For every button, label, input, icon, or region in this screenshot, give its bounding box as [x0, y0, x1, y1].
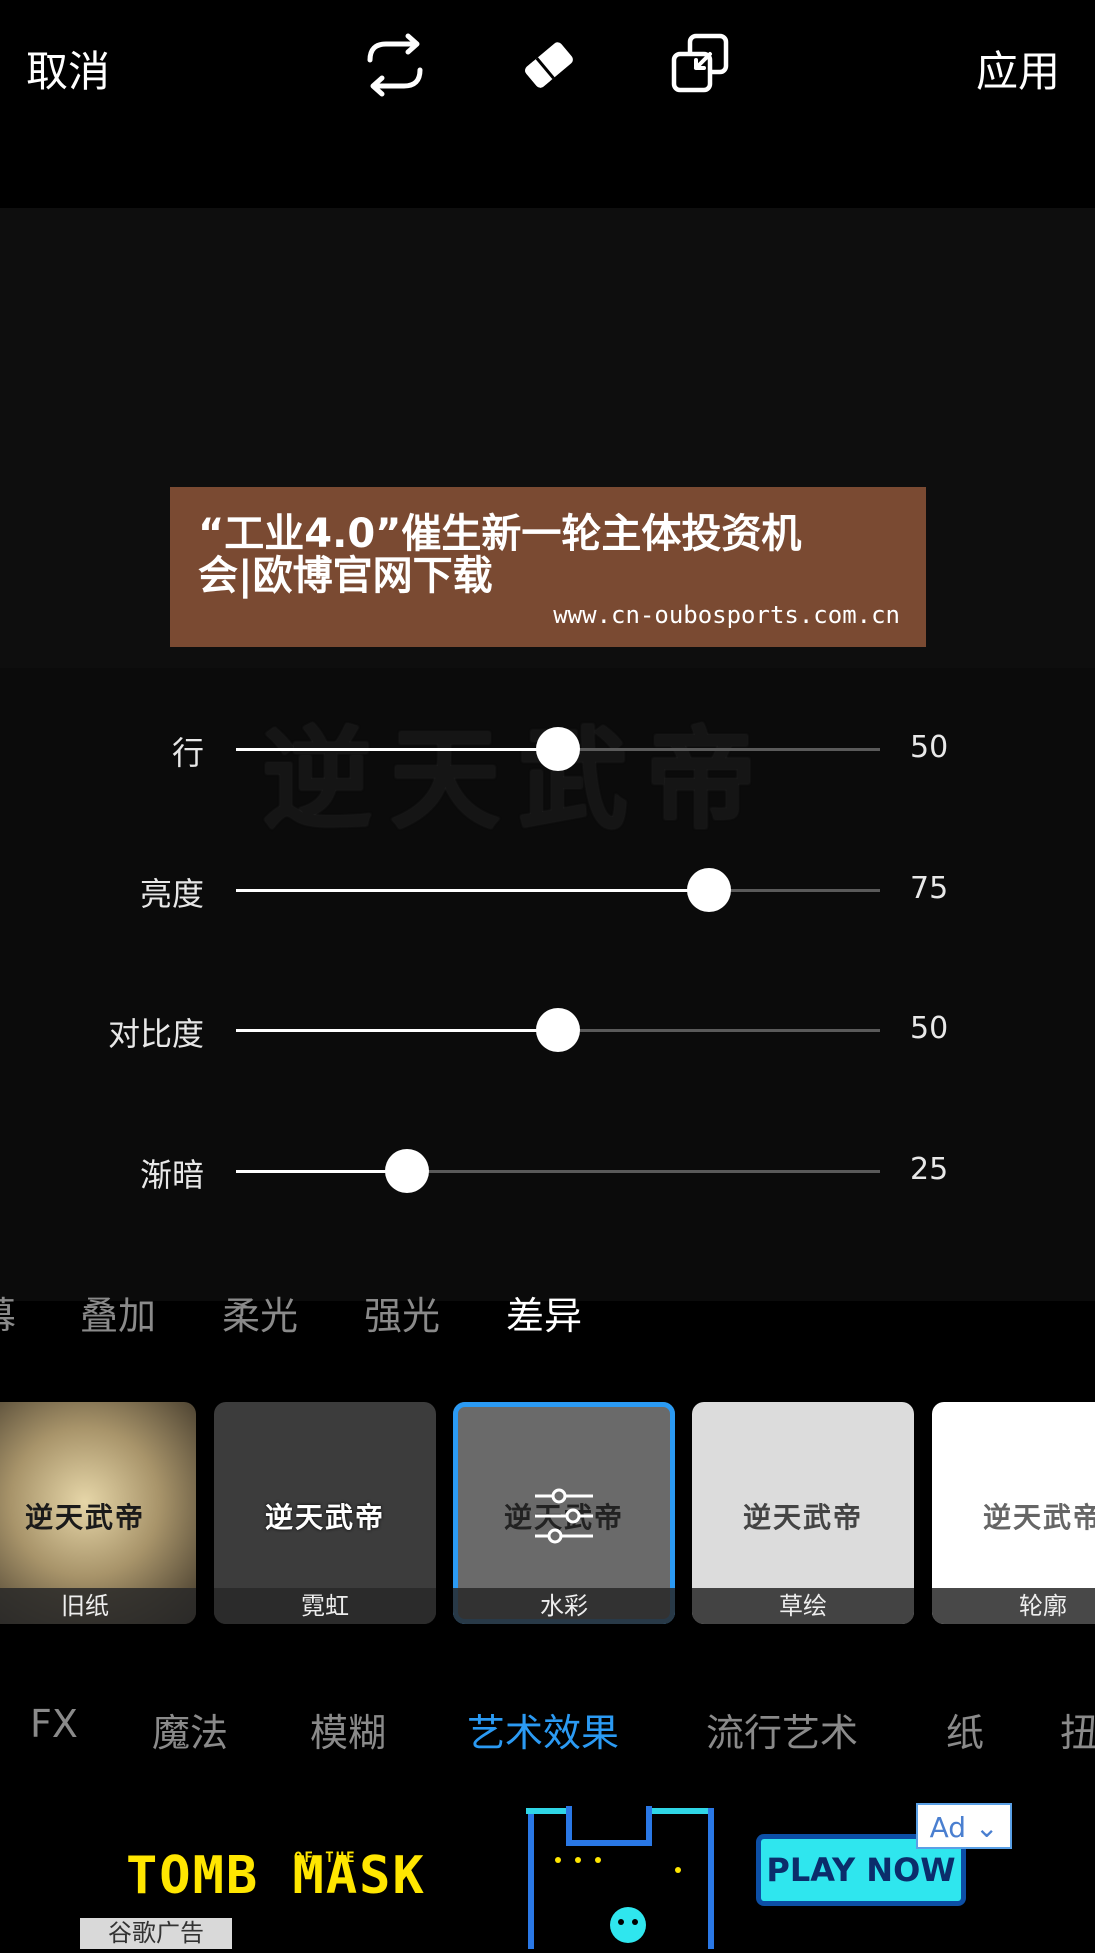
slider-label: 对比度 — [107, 1015, 204, 1053]
ad-logo[interactable]: TOMB MASK OF THE — [126, 1846, 426, 1906]
tab-magic[interactable]: 魔法 — [152, 1702, 228, 1757]
banner-title-line2: 会|欧博官网下载 — [198, 553, 493, 599]
slider-label: 行 — [171, 734, 204, 772]
ad-badge-label: Ad — [929, 1811, 967, 1844]
effect-label: 轮廓 — [932, 1588, 1095, 1624]
slider-fill — [236, 889, 710, 892]
slider-track[interactable] — [236, 868, 880, 912]
blend-mode-overlay[interactable]: 叠加 — [80, 1285, 156, 1340]
tab-paper[interactable]: 纸 — [946, 1702, 984, 1757]
apply-button[interactable]: 应用 — [976, 38, 1060, 99]
canvas-image-text: 逆天武帝 — [262, 715, 774, 844]
effect-label: 水彩 — [453, 1588, 675, 1624]
slider-value: 50 — [910, 1011, 949, 1046]
tab-distort[interactable]: 扭 — [1060, 1702, 1095, 1757]
banner-title-line1: “工业4.0”催生新一轮主体投资机 — [198, 511, 802, 557]
effect-card-watercolor[interactable]: 逆天武帝 水彩 — [453, 1402, 675, 1624]
compare-icon[interactable] — [666, 30, 736, 100]
slider-label: 亮度 — [139, 875, 204, 913]
slider-value: 75 — [910, 871, 949, 906]
blend-mode-softlight[interactable]: 柔光 — [222, 1285, 298, 1340]
slider-track[interactable] — [236, 1149, 880, 1193]
adjust-settings-icon[interactable] — [531, 1486, 597, 1546]
tab-artistic[interactable]: 艺术效果 — [467, 1702, 619, 1757]
effect-sample-text: 逆天武帝 — [264, 1501, 385, 1534]
slider-track[interactable] — [236, 1008, 880, 1052]
effect-card-sketch[interactable]: 逆天武帝 草绘 — [692, 1402, 914, 1624]
effect-card-outline[interactable]: 逆天武帝 轮廓 — [932, 1402, 1095, 1624]
blend-mode-screen[interactable]: 幕 — [0, 1285, 16, 1340]
effect-label: 草绘 — [692, 1588, 914, 1624]
slider-value: 25 — [910, 1152, 949, 1187]
slider-fill — [236, 748, 558, 751]
effect-card-old-paper[interactable]: 逆天武帝 旧纸 — [0, 1402, 196, 1624]
tab-fx[interactable]: FX — [30, 1702, 78, 1746]
slider-thumb[interactable] — [384, 1149, 429, 1193]
banner-url: www.cn-oubosports.com.cn — [553, 601, 900, 629]
effect-card-neon[interactable]: 逆天武帝 霓虹 — [214, 1402, 436, 1624]
ad-game-graphic — [518, 1800, 728, 1949]
overlay-banner[interactable]: “工业4.0”催生新一轮主体投资机 会|欧博官网下载 www.cn-oubosp… — [170, 487, 926, 647]
slider-thumb[interactable] — [536, 1008, 580, 1052]
effect-label: 霓虹 — [214, 1588, 436, 1624]
slider-fill — [236, 1029, 558, 1032]
google-ad-label: 谷歌广告 — [80, 1918, 232, 1949]
slider-label: 渐暗 — [139, 1156, 204, 1194]
slider-track[interactable] — [236, 727, 880, 771]
slider-thumb[interactable] — [687, 868, 732, 912]
slider-thumb[interactable] — [536, 727, 580, 771]
eraser-icon[interactable] — [514, 30, 584, 100]
effect-sample-text: 逆天武帝 — [982, 1501, 1095, 1534]
ad-logo-small: OF THE — [294, 1850, 357, 1866]
chevron-down-icon: ⌄ — [974, 1811, 999, 1844]
ad-logo-text: TOMB MASK — [126, 1846, 426, 1906]
blend-mode-hardlight[interactable]: 强光 — [364, 1285, 440, 1340]
tab-pop-art[interactable]: 流行艺术 — [706, 1702, 858, 1757]
slider-fill — [236, 1170, 407, 1173]
slider-value: 50 — [910, 730, 949, 765]
repeat-icon[interactable] — [360, 30, 430, 100]
cancel-button[interactable]: 取消 — [26, 38, 110, 99]
effect-sample-text: 逆天武帝 — [742, 1501, 863, 1534]
tab-blur[interactable]: 模糊 — [310, 1702, 386, 1757]
ad-choices-badge[interactable]: Ad ⌄ — [916, 1803, 1012, 1849]
effect-label: 旧纸 — [0, 1588, 196, 1624]
effect-sample-text: 逆天武帝 — [24, 1501, 145, 1534]
blend-mode-difference[interactable]: 差异 — [506, 1285, 582, 1340]
